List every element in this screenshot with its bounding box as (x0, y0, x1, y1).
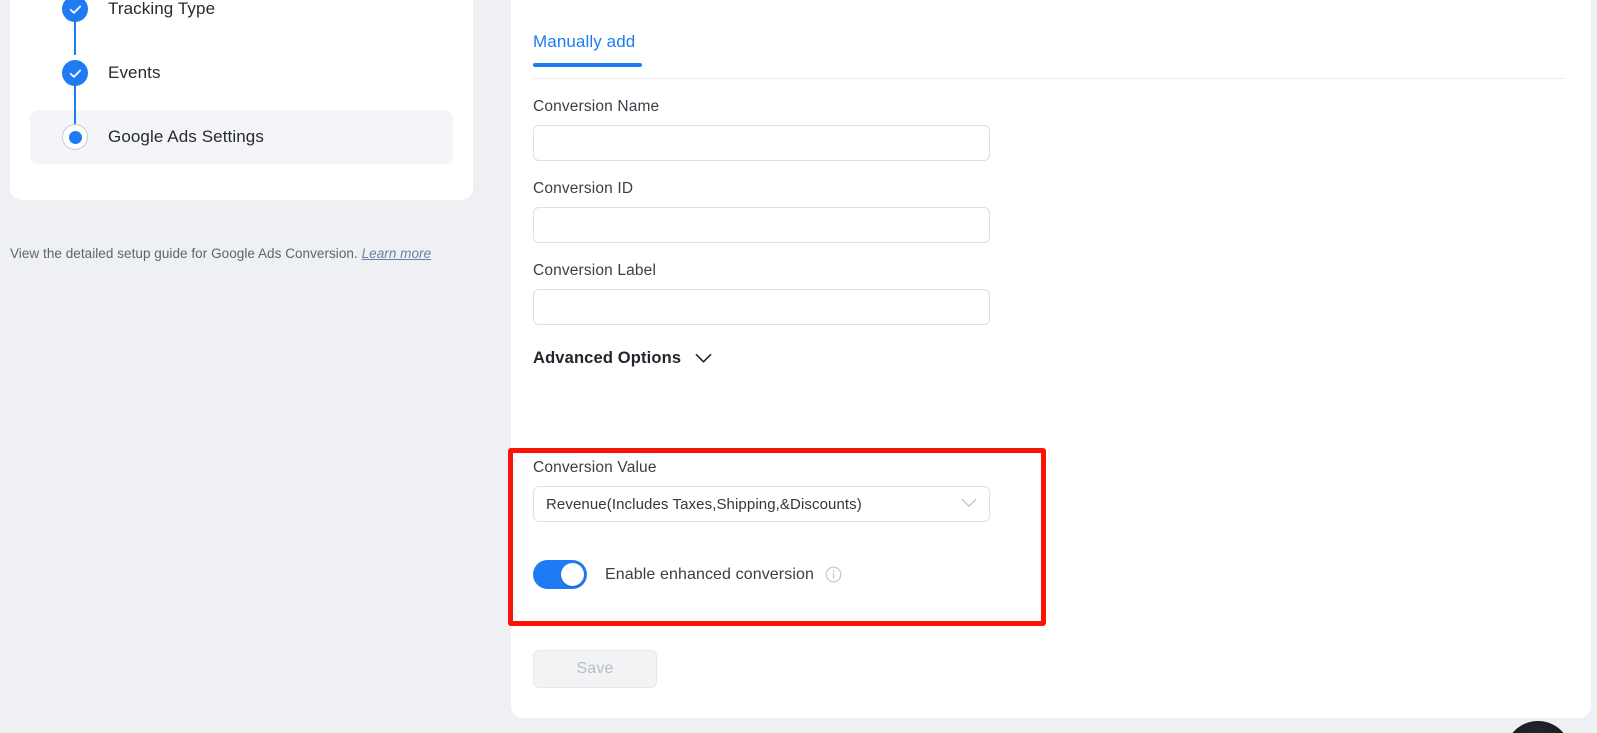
chat-widget-button[interactable] (1505, 721, 1571, 733)
stepper-list: Tracking Type Events Google Ads Settings (10, 0, 473, 200)
left-panel: Tracking Type Events Google Ads Settings… (0, 0, 477, 733)
sidebar-item-events[interactable]: Events (30, 46, 453, 100)
learn-more-link[interactable]: Learn more (362, 246, 432, 261)
conversion-id-label: Conversion ID (533, 180, 634, 197)
setup-guide-note: View the detailed setup guide for Google… (10, 246, 431, 261)
tab-manually-add[interactable]: Manually add (533, 32, 643, 67)
conversion-label-label: Conversion Label (533, 262, 657, 279)
check-circle-icon (62, 0, 88, 22)
sidebar-item-google-ads-settings[interactable]: Google Ads Settings (30, 110, 453, 164)
chevron-down-icon (695, 353, 712, 364)
advanced-options-label: Advanced Options (533, 349, 682, 367)
tab-bar: Manually add (533, 32, 1565, 79)
conversion-name-label: Conversion Name (533, 98, 660, 115)
radio-inner-dot (68, 130, 82, 144)
sidebar-item-tracking-type[interactable]: Tracking Type (30, 0, 453, 36)
sidebar-item-label: Events (108, 63, 161, 82)
conversion-value-select-wrap: Revenue(Includes Taxes,Shipping,&Discoun… (533, 486, 990, 522)
field-conversion-label: Conversion Label (533, 262, 1533, 325)
conversion-name-input[interactable] (533, 125, 990, 161)
conversion-label-input[interactable] (533, 289, 990, 325)
clipped-header-text (533, 0, 1563, 2)
info-icon[interactable] (825, 566, 842, 583)
enhanced-conversion-label: Enable enhanced conversion (605, 565, 814, 583)
field-conversion-name: Conversion Name (533, 98, 1533, 161)
conversion-value-selected-text: Revenue(Includes Taxes,Shipping,&Discoun… (546, 495, 862, 513)
sidebar-item-label: Google Ads Settings (108, 127, 264, 146)
advanced-options-toggle[interactable]: Advanced Options (533, 349, 723, 368)
radio-selected-icon (62, 124, 88, 150)
toggle-knob (561, 563, 584, 586)
field-conversion-id: Conversion ID (533, 180, 1533, 243)
save-button[interactable]: Save (533, 650, 657, 688)
conversion-value-label: Conversion Value (533, 459, 657, 476)
setup-guide-text: View the detailed setup guide for Google… (10, 246, 358, 261)
check-circle-icon (62, 60, 88, 86)
conversion-id-input[interactable] (533, 207, 990, 243)
setup-stepper-card: Tracking Type Events Google Ads Settings (10, 0, 473, 200)
sidebar-item-label: Tracking Type (108, 0, 216, 18)
conversion-settings-card: Manually add Conversion Name Conversion … (511, 0, 1591, 718)
conversion-form: Conversion Name Conversion ID Conversion… (533, 98, 1533, 368)
enhanced-conversion-row: Enable enhanced conversion (533, 560, 1533, 589)
advanced-options-panel: Conversion Value Revenue(Includes Taxes,… (533, 459, 1533, 589)
conversion-value-select[interactable]: Revenue(Includes Taxes,Shipping,&Discoun… (533, 486, 990, 522)
enable-enhanced-conversion-toggle[interactable] (533, 560, 587, 589)
